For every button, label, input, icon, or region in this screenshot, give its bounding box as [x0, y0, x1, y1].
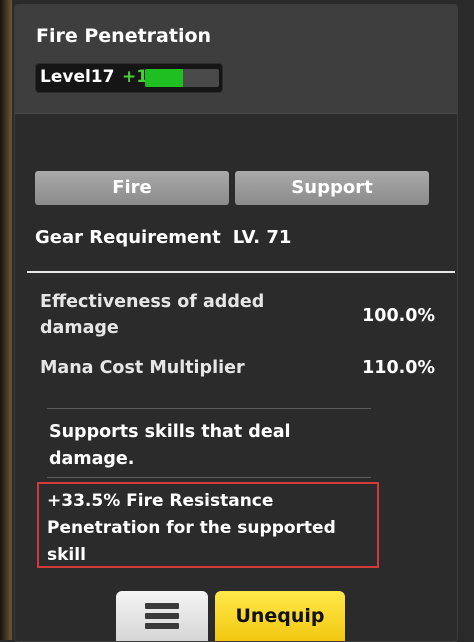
skill-detail-panel: Fire Penetration Level17 +1 Fire Support… — [14, 4, 458, 642]
level-progress-fill — [145, 69, 184, 87]
tag-fire[interactable]: Fire — [35, 171, 229, 205]
tag-support[interactable]: Support — [235, 171, 429, 205]
section-divider — [27, 271, 455, 273]
description-divider — [47, 477, 371, 478]
stat-value-effectiveness: 100.0% — [362, 306, 435, 326]
bonus-text: +33.5% Fire Resistance Penetration for t… — [47, 491, 336, 565]
background-edge-left — [0, 0, 12, 640]
skill-description: Supports skills that deal damage. — [49, 422, 291, 469]
unequip-button[interactable]: Unequip — [215, 591, 345, 641]
level-label: Level17 — [40, 67, 115, 87]
bonus-highlight-box: +33.5% Fire Resistance Penetration for t… — [37, 482, 379, 568]
stat-label-mana-cost: Mana Cost Multiplier — [40, 358, 245, 378]
stat-label-effectiveness: Effectiveness of added damage — [40, 292, 265, 338]
skill-header: Fire Penetration Level17 +1 — [15, 5, 457, 114]
stats-divider — [47, 408, 371, 409]
gear-requirement-value: LV. 71 — [232, 227, 292, 248]
hamburger-menu-icon — [145, 603, 179, 631]
skill-title: Fire Penetration — [36, 25, 212, 47]
stat-value-mana-cost: 110.0% — [362, 358, 435, 378]
level-indicator: Level17 +1 — [35, 63, 223, 93]
gear-requirement: Gear Requirement LV. 71 — [35, 227, 291, 248]
level-progress-bar — [145, 69, 219, 87]
gear-requirement-label: Gear Requirement — [35, 227, 221, 248]
menu-button[interactable] — [116, 591, 208, 641]
